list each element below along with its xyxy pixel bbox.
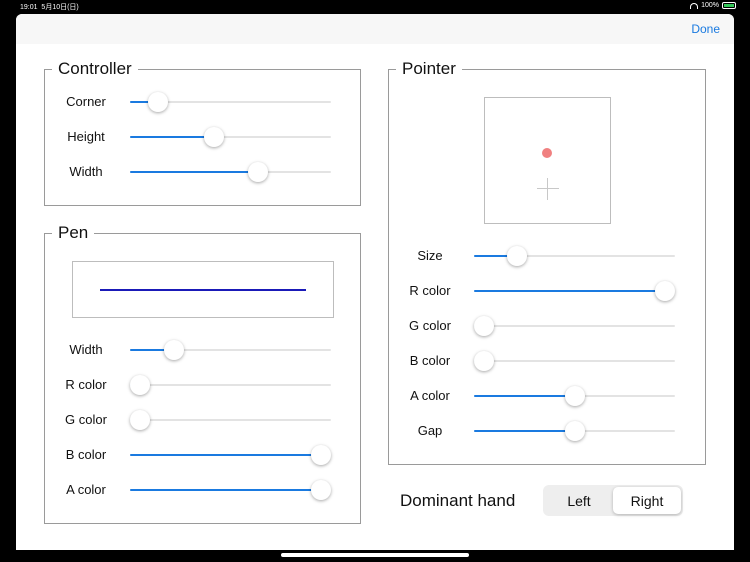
slider-track xyxy=(130,384,331,386)
controller-slider-label: Height xyxy=(67,129,105,144)
pointer-slider-label: Size xyxy=(417,248,443,263)
slider-fill xyxy=(130,136,215,138)
slider-thumb[interactable] xyxy=(164,340,185,360)
pointer-title: Pointer xyxy=(396,59,462,79)
slider-thumb[interactable] xyxy=(130,410,150,430)
slider-thumb[interactable] xyxy=(130,375,150,395)
controller-slider-label: Width xyxy=(69,164,103,179)
pen-slider-label: B color xyxy=(65,447,107,462)
pointer-dot xyxy=(542,148,552,158)
status-bar: 19:01 5月10日(日) 100% xyxy=(0,0,750,12)
pointer-slider[interactable] xyxy=(474,281,675,301)
slider-thumb[interactable] xyxy=(247,162,268,182)
pen-title: Pen xyxy=(52,223,95,243)
crosshair-vertical xyxy=(547,178,548,200)
slider-thumb[interactable] xyxy=(474,316,494,336)
slider-fill xyxy=(130,489,321,491)
status-right: 100% xyxy=(690,2,736,9)
segment-right[interactable]: Right xyxy=(613,487,681,514)
pointer-slider[interactable] xyxy=(474,421,675,441)
battery-icon xyxy=(722,2,736,9)
slider-thumb[interactable] xyxy=(311,445,331,465)
pointer-preview xyxy=(484,97,611,224)
slider-track xyxy=(130,419,331,421)
pen-slider[interactable] xyxy=(130,410,331,430)
pen-slider-label: A color xyxy=(66,482,106,497)
dominant-hand-label: Dominant hand xyxy=(400,491,516,510)
slider-thumb[interactable] xyxy=(311,480,331,500)
segment-left[interactable]: Left xyxy=(545,487,613,514)
slider-thumb[interactable] xyxy=(474,351,494,371)
dominant-hand-segmented-control: Left Right xyxy=(543,485,683,516)
pen-preview-line xyxy=(100,289,306,291)
controller-slider[interactable] xyxy=(130,127,331,147)
slider-fill xyxy=(474,395,575,397)
controller-title: Controller xyxy=(52,59,138,79)
slider-thumb[interactable] xyxy=(148,92,169,112)
slider-thumb[interactable] xyxy=(204,127,225,147)
slider-track xyxy=(474,325,675,327)
controller-slider-label: Corner xyxy=(66,94,106,109)
status-time: 19:01 5月10日(日) xyxy=(20,4,79,11)
slider-track xyxy=(474,360,675,362)
slider-fill xyxy=(130,454,321,456)
wifi-icon xyxy=(690,2,699,9)
pointer-slider[interactable] xyxy=(474,386,675,406)
slider-thumb[interactable] xyxy=(655,281,675,301)
pen-slider[interactable] xyxy=(130,480,331,500)
controller-slider[interactable] xyxy=(130,162,331,182)
crosshair-horizontal xyxy=(537,188,559,189)
controller-slider[interactable] xyxy=(130,92,331,112)
pointer-slider-label: R color xyxy=(409,283,451,298)
pen-slider-label: R color xyxy=(65,377,107,392)
pen-preview xyxy=(72,261,334,318)
pointer-slider-label: A color xyxy=(410,388,450,403)
pen-slider[interactable] xyxy=(130,375,331,395)
pen-slider[interactable] xyxy=(130,340,331,360)
pointer-slider[interactable] xyxy=(474,316,675,336)
battery-percent: 100% xyxy=(701,2,719,9)
slider-thumb[interactable] xyxy=(564,421,585,441)
slider-fill xyxy=(130,171,258,173)
pen-slider-label: G color xyxy=(65,412,107,427)
pointer-slider-label: G color xyxy=(409,318,451,333)
slider-thumb[interactable] xyxy=(506,246,527,266)
navigation-bar: Done xyxy=(16,14,734,44)
pen-slider[interactable] xyxy=(130,445,331,465)
done-button[interactable]: Done xyxy=(691,22,720,36)
pointer-slider-label: Gap xyxy=(417,423,443,438)
settings-sheet: Done Controller Pen Pointer Corner Height… xyxy=(16,14,734,550)
pen-slider-label: Width xyxy=(69,342,103,357)
slider-fill xyxy=(474,430,575,432)
slider-fill xyxy=(474,290,665,292)
pointer-slider-label: B color xyxy=(409,353,451,368)
pointer-slider[interactable] xyxy=(474,246,675,266)
pointer-slider[interactable] xyxy=(474,351,675,371)
slider-thumb[interactable] xyxy=(564,386,585,406)
home-indicator xyxy=(281,553,469,557)
